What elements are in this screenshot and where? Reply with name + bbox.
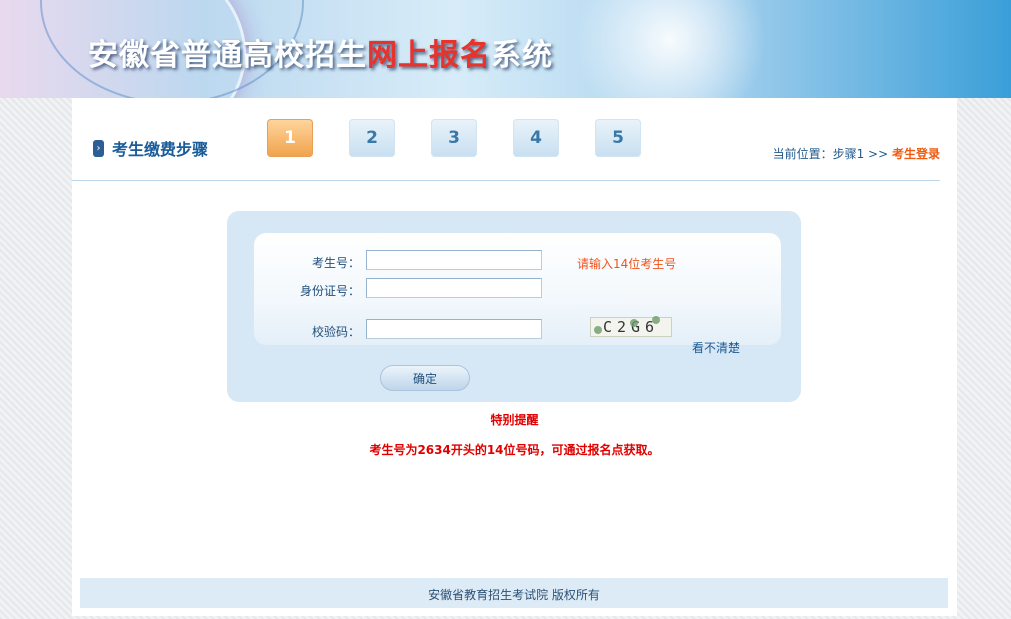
exam-no-hint: 请输入14位考生号: [577, 257, 677, 271]
site-title: 安徽省普通高校招生网上报名系统: [88, 30, 553, 74]
site-title-part3: 系统: [491, 38, 553, 73]
step-tab-4[interactable]: 4: [513, 119, 559, 157]
breadcrumb-current: 考生登录: [891, 147, 940, 161]
captcha-noise: [652, 316, 660, 324]
captcha-input[interactable]: [366, 319, 542, 339]
chevron-right-icon: ›: [93, 139, 104, 157]
steps-bar: › 考生缴费步骤 1 2 3 4 5 当前位置：步骤1 >> 考生登录: [72, 98, 940, 181]
refresh-captcha-link[interactable]: 看不清楚: [692, 339, 740, 356]
notice-text: 考生号为2634开头的14位号码，可通过报名点获取。: [369, 443, 660, 457]
login-form-card: 考生号： 请输入14位考生号 身份证号： 校验码： C2G6 看不清楚 确定: [227, 211, 801, 402]
step-tab-3[interactable]: 3: [431, 119, 477, 157]
step-tab-1[interactable]: 1: [267, 119, 313, 157]
breadcrumb-prefix: 当前位置：步骤1 >>: [772, 147, 892, 161]
id-number-input[interactable]: [366, 278, 542, 298]
exam-no-input[interactable]: [366, 250, 542, 270]
captcha-noise: [594, 326, 602, 334]
site-banner: 安徽省普通高校招生网上报名系统: [0, 0, 1011, 98]
site-title-highlight: 网上报名: [367, 38, 491, 73]
steps-heading: › 考生缴费步骤: [93, 136, 208, 160]
site-title-part1: 安徽省普通高校招生: [88, 38, 367, 73]
submit-button[interactable]: 确定: [380, 365, 470, 391]
step-tab-2[interactable]: 2: [349, 119, 395, 157]
steps-heading-label: 考生缴费步骤: [112, 140, 209, 159]
step-tab-5[interactable]: 5: [595, 119, 641, 157]
breadcrumb: 当前位置：步骤1 >> 考生登录: [773, 145, 940, 162]
id-number-label: 身份证号：: [299, 284, 360, 298]
captcha-noise: [630, 319, 638, 327]
captcha-label: 校验码：: [311, 325, 360, 339]
main-panel: › 考生缴费步骤 1 2 3 4 5 当前位置：步骤1 >> 考生登录 考生号：…: [72, 98, 957, 616]
banner-glow: [560, 0, 780, 98]
notice-title: 特别提醒: [490, 413, 539, 427]
footer: 安徽省教育招生考试院 版权所有: [80, 578, 948, 608]
exam-no-label: 考生号：: [311, 256, 360, 270]
